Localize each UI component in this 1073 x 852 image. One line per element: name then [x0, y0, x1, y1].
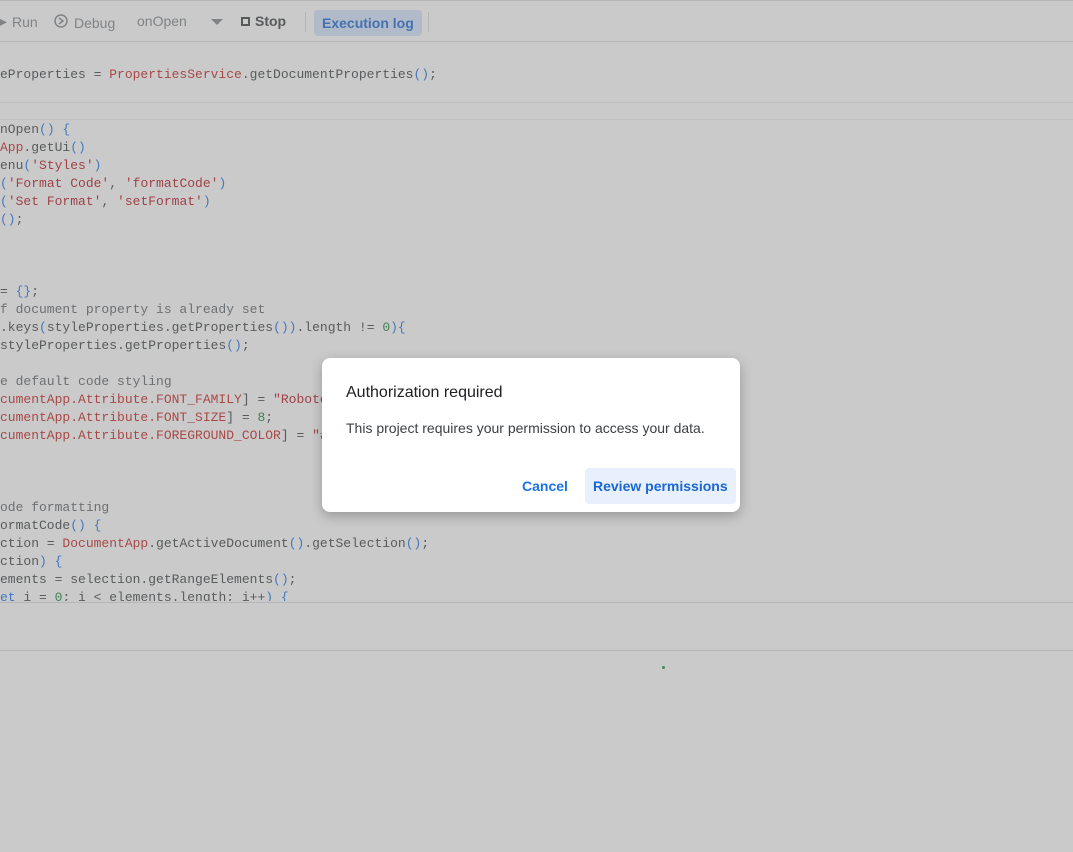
- dialog-message: This project requires your permission to…: [346, 420, 705, 436]
- cancel-button[interactable]: Cancel: [512, 468, 578, 504]
- authorization-dialog: Authorization required This project requ…: [322, 358, 740, 512]
- review-permissions-button[interactable]: Review permissions: [585, 468, 736, 504]
- dialog-title: Authorization required: [346, 384, 503, 401]
